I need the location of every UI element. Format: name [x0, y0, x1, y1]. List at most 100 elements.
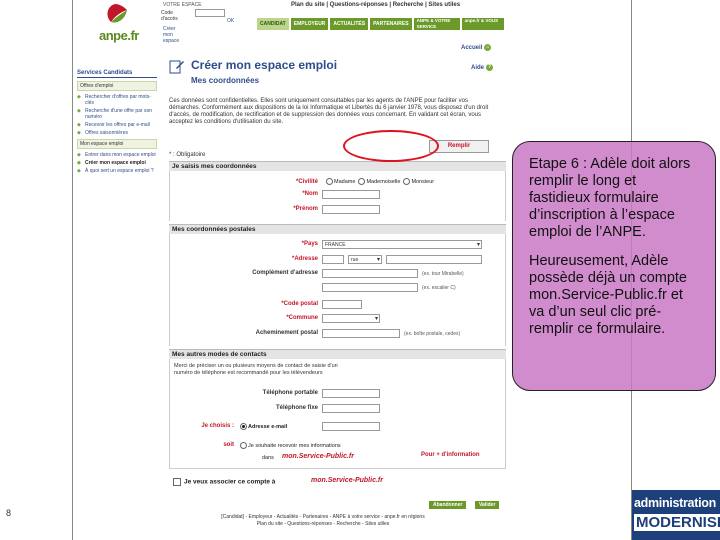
tel-fixe-label: Téléphone fixe — [275, 405, 318, 411]
anpe-logo-mark-icon — [107, 4, 127, 23]
privacy-notice: Ces données sont confidentielles. Elles … — [169, 98, 489, 125]
commune-label: *Commune — [240, 315, 318, 321]
form-coordonnees: *Civilité Madame Mademoiselle Monsieur *… — [169, 171, 506, 221]
aide-link[interactable]: Aide? — [471, 64, 494, 72]
associate-row: Je veux associer ce compte à — [173, 478, 275, 486]
sidebar-item-entrer-espace[interactable]: Entrer dans mon espace emploi — [77, 152, 157, 158]
create-space-link[interactable]: Créer mon espace — [163, 26, 179, 44]
email-radio[interactable] — [240, 423, 247, 430]
email-radio-row: Adresse e-mail — [240, 423, 287, 430]
sidebar-item-recevoir-offres[interactable]: Recevoir les offres par e-mail — [77, 122, 157, 128]
nom-input[interactable] — [322, 190, 380, 199]
pays-label: *Pays — [240, 241, 318, 247]
tel-fixe-input[interactable] — [322, 404, 380, 413]
section-contacts: Mes autres modes de contacts — [169, 349, 506, 359]
aide-label: Aide — [471, 65, 485, 72]
home-icon: ⌂ — [484, 44, 492, 51]
accueil-label: Accueil — [461, 45, 483, 52]
sidebar: Services Candidats Offres d'emploi Reche… — [77, 70, 157, 176]
complement-input-1[interactable] — [322, 269, 418, 278]
complement-label: Complément d'adresse — [252, 270, 318, 276]
tab-candidat[interactable]: CANDIDAT — [257, 18, 289, 30]
highlight-ellipse — [343, 130, 439, 162]
sidebar-item-creer-espace[interactable]: Créer mon espace emploi — [77, 160, 157, 166]
code-label: Code d'accès — [161, 10, 178, 22]
tab-anpe-vous[interactable]: anpe.fr & VOUS — [461, 18, 504, 30]
code-postal-label: *Code postal — [240, 301, 318, 307]
prenom-label-text: *Prénom — [293, 206, 318, 212]
login-button[interactable]: OK — [227, 18, 234, 24]
brand-line-2: MODERNISE — [634, 514, 720, 531]
edit-document-icon — [169, 60, 184, 74]
civilite-radio-mademoiselle[interactable] — [358, 178, 366, 185]
associate-label: Je veux associer ce compte à — [184, 478, 276, 486]
prenom-input[interactable] — [322, 205, 380, 214]
acheminement-input[interactable] — [322, 329, 400, 338]
complement-input-2[interactable] — [322, 283, 418, 292]
footer-links-1[interactable]: [Candidat] - Employeur - Actualités - Pa… — [173, 514, 473, 521]
code-input[interactable] — [195, 9, 225, 17]
pays-select[interactable]: FRANCE — [322, 240, 482, 249]
brand-line-1: administration — [634, 496, 716, 510]
abandon-button[interactable]: Abandonner — [429, 501, 467, 509]
civilite-label-text: *Civilité — [295, 179, 318, 185]
email-input[interactable] — [322, 422, 380, 431]
sidebar-group-offres: Offres d'emploi — [77, 81, 157, 91]
msp-radio-row: Je souhaite recevoir mes informations — [240, 442, 341, 449]
complement-hint-1: (ex. tour Mirabelle) — [422, 271, 464, 277]
sidebar-group-espace: Mon espace emploi — [77, 139, 157, 149]
adresse-type-select[interactable]: rue — [348, 255, 382, 264]
contact-instructions: Merci de préciser un ou plusieurs moyens… — [174, 363, 338, 376]
sidebar-heading: Services Candidats — [77, 70, 157, 78]
footer-links-2[interactable]: Plan du site - Questions-réponses - Rech… — [173, 521, 473, 528]
adresse-numero-input[interactable] — [322, 255, 344, 264]
callout-paragraph-2: Heureusement, Adèle possède déjà un comp… — [529, 253, 687, 337]
sidebar-item-a-quoi-sert[interactable]: À quoi sert un espace emploi ? — [77, 168, 157, 174]
adresse-voie-input[interactable] — [386, 255, 482, 264]
civilite-mademoiselle-label: Mademoiselle — [366, 178, 401, 185]
code-postal-label-text: *Code postal — [281, 301, 318, 307]
tel-portable-input[interactable] — [322, 389, 380, 398]
nom-label-text: *Nom — [302, 191, 318, 197]
commune-select[interactable] — [322, 314, 380, 323]
tab-anpe-service[interactable]: ANPE & VOTRE SERVICE — [413, 18, 460, 30]
nom-label: *Nom — [270, 191, 318, 197]
msp-option-label: Je souhaite recevoir mes informations — [248, 442, 341, 449]
civilite-radio-group: Madame Mademoiselle Monsieur — [326, 178, 434, 185]
civilite-madame-label: Madame — [334, 178, 356, 185]
tab-employeur[interactable]: EMPLOYEUR — [290, 18, 329, 30]
soit-label: soit — [223, 442, 234, 448]
acheminement-hint: (ex. boîte postale, cedex) — [404, 331, 461, 337]
commune-label-text: *Commune — [286, 315, 318, 321]
civilite-radio-monsieur[interactable] — [403, 178, 411, 185]
choisis-label: Je choisis : — [201, 423, 234, 429]
administration-modernise-logo: administration MODERNISE — [632, 490, 720, 540]
section-coordonnees: Je saisis mes coordonnées — [169, 161, 506, 171]
tab-partenaires[interactable]: PARTENAIRES — [370, 18, 412, 30]
anpe-logo-text: anpe.fr — [99, 28, 139, 43]
civilite-radio-madame[interactable] — [326, 178, 333, 185]
code-postal-input[interactable] — [322, 300, 362, 309]
prenom-label: *Prénom — [270, 206, 318, 212]
sidebar-item-recherche-mots[interactable]: Rechercher d'offres par mots-clés — [77, 94, 157, 106]
top-links[interactable]: Plan du site | Questions-réponses | Rech… — [291, 2, 460, 8]
associate-checkbox[interactable] — [173, 478, 181, 486]
plus-info-link[interactable]: Pour + d'information — [421, 452, 480, 458]
espace-link[interactable]: VOTRE ESPACE — [163, 2, 202, 8]
msp-logo-associate: mon.Service-Public.fr — [311, 477, 383, 484]
acheminement-label: Acheminement postal — [255, 330, 318, 336]
tab-actualites[interactable]: ACTUALITÉS — [330, 18, 369, 30]
adresse-label: *Adresse — [240, 256, 318, 262]
msp-radio[interactable] — [240, 442, 247, 449]
civilite-monsieur-label: Monsieur — [411, 178, 435, 185]
valider-button[interactable]: Valider — [475, 501, 500, 509]
site-footer: [Candidat] - Employeur - Actualités - Pa… — [173, 514, 473, 528]
sidebar-item-recherche-numero[interactable]: Recherche d'une offre par son numéro — [77, 108, 157, 120]
sidebar-item-offres-saisonnieres[interactable]: Offres saisonnières — [77, 130, 157, 136]
pays-label-text: *Pays — [301, 241, 318, 247]
page-title: Créer mon espace emploi — [191, 58, 338, 72]
dans-label: dans — [262, 455, 274, 461]
accueil-link[interactable]: Accueil ⌂ — [461, 44, 492, 52]
anpe-logo[interactable]: anpe.fr — [91, 2, 151, 46]
complement-hint-2: (ex. escalier C) — [422, 285, 456, 291]
